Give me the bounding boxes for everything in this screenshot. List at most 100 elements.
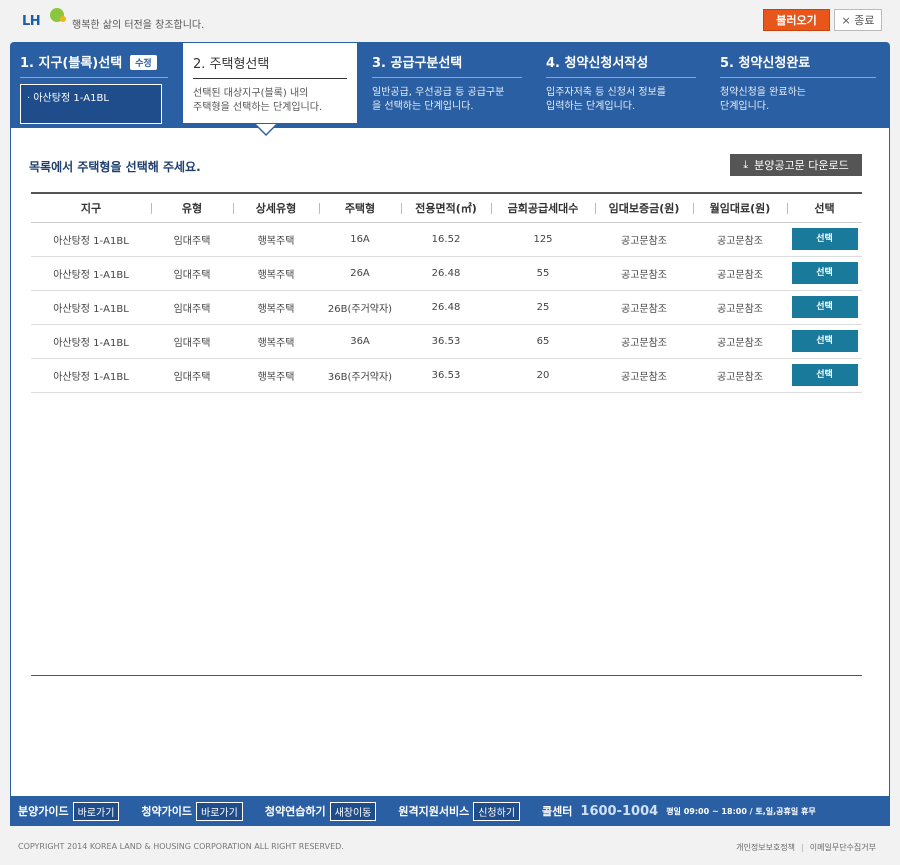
cell-count: 20 <box>491 358 595 393</box>
cell-select: 선택 <box>787 358 862 393</box>
apply-guide-go-button[interactable]: 바로가기 <box>196 801 243 821</box>
main-content: 목록에서 주택형을 선택해 주세요. ⤓ 분양공고문 다운로드 지구 유형 상세… <box>10 128 890 796</box>
footer-apply-guide-label: 청약가이드 <box>141 805 193 818</box>
logo-text: LH <box>22 14 41 29</box>
step-4-title: 4. 청약신청서작성 <box>546 52 696 78</box>
load-button[interactable]: 불러오기 <box>763 9 830 31</box>
lh-logo[interactable]: LH <box>22 6 70 34</box>
cell-area: 16.52 <box>401 222 491 257</box>
slogan: 행복한 삶의 터전을 창조합니다. <box>72 20 205 31</box>
step-5-title: 5. 청약신청완료 <box>720 52 876 78</box>
top-bar: LH 행복한 삶의 터전을 창조합니다. 불러오기 × 종료 <box>0 0 900 40</box>
step-3[interactable]: 3. 공급구분선택 일반공급, 우선공급 등 공급구분 을 선택하는 단계입니다… <box>362 42 532 128</box>
cell-count: 65 <box>491 324 595 359</box>
email-refuse-link[interactable]: 이메일무단수집거부 <box>810 843 876 852</box>
cell-area: 26.48 <box>401 256 491 291</box>
close-button[interactable]: × 종료 <box>834 9 882 31</box>
footer-sale-guide-label: 분양가이드 <box>18 805 69 818</box>
footer-remote-support: 원격지원서비스 신청하기 <box>398 801 521 821</box>
cell-count: 125 <box>491 222 595 257</box>
cell-unit: 26A <box>319 256 401 291</box>
step-3-title: 3. 공급구분선택 <box>372 52 522 78</box>
step-4[interactable]: 4. 청약신청서작성 입주자저축 등 신청서 정보를 입력하는 단계입니다. <box>536 42 706 128</box>
cell-deposit: 공고문참조 <box>595 222 693 257</box>
cell-deposit: 공고문참조 <box>595 256 693 291</box>
logo-yellow-dot-icon <box>60 16 66 22</box>
download-label: 분양공고문 다운로드 <box>754 159 849 172</box>
step-2-title: 2. 주택형선택 <box>193 53 347 79</box>
cell-subtype: 행복주택 <box>233 222 319 257</box>
cell-type: 임대주택 <box>151 256 233 291</box>
cell-subtype: 행복주택 <box>233 324 319 359</box>
col-deposit: 임대보증금(원) <box>595 193 693 223</box>
select-button[interactable]: 선택 <box>791 364 858 386</box>
privacy-policy-link[interactable]: 개인정보보호정책 <box>736 843 795 852</box>
cell-select: 선택 <box>787 222 862 257</box>
cell-rent: 공고문참조 <box>693 358 787 393</box>
download-notice-button[interactable]: ⤓ 분양공고문 다운로드 <box>730 154 862 176</box>
cell-rent: 공고문참조 <box>693 256 787 291</box>
table-bottom-divider <box>31 675 862 676</box>
step-3-desc: 일반공급, 우선공급 등 공급구분 을 선택하는 단계입니다. <box>372 87 505 112</box>
step-4-desc: 입주자저축 등 신청서 정보를 입력하는 단계입니다. <box>546 87 666 112</box>
cell-district: 아산탕정 1-A1BL <box>31 358 151 393</box>
cell-area: 36.53 <box>401 358 491 393</box>
instruction-text: 목록에서 주택형을 선택해 주세요. <box>29 160 201 174</box>
selected-block-box: · 아산탕정 1-A1BL <box>20 84 162 124</box>
col-count: 금회공급세대수 <box>491 193 595 223</box>
cell-type: 임대주택 <box>151 358 233 393</box>
cell-type: 임대주택 <box>151 222 233 257</box>
cell-subtype: 행복주택 <box>233 290 319 325</box>
policy-separator: | <box>801 843 804 852</box>
sale-guide-go-button[interactable]: 바로가기 <box>72 801 120 821</box>
cell-select: 선택 <box>787 324 862 359</box>
table-row: 아산탕정 1-A1BL 임대주택 행복주택 26A 26.48 55 공고문참조… <box>31 256 862 291</box>
cell-unit: 36A <box>319 324 401 359</box>
footer-sale-guide: 분양가이드 바로가기 <box>18 801 120 821</box>
cell-select: 선택 <box>787 256 862 291</box>
call-center-hours: 평일 09:00 ~ 18:00 / 토,일,공휴일 휴무 <box>666 806 816 816</box>
cell-area: 36.53 <box>401 324 491 359</box>
download-icon: ⤓ <box>743 158 749 171</box>
table-row: 아산탕정 1-A1BL 임대주택 행복주택 26B(주거약자) 26.48 25… <box>31 290 862 325</box>
cell-deposit: 공고문참조 <box>595 324 693 359</box>
edit-badge[interactable]: 수정 <box>130 55 157 70</box>
cell-deposit: 공고문참조 <box>595 358 693 393</box>
select-button[interactable]: 선택 <box>791 330 858 352</box>
cell-type: 임대주택 <box>151 324 233 359</box>
table-row: 아산탕정 1-A1BL 임대주택 행복주택 36A 36.53 65 공고문참조… <box>31 324 862 359</box>
step-2-active[interactable]: 2. 주택형선택 선택된 대상지구(블록) 내의 주택형을 선택하는 단계입니다… <box>182 42 358 124</box>
call-center-label: 콜센터 <box>542 805 573 818</box>
cell-type: 임대주택 <box>151 290 233 325</box>
step-1-title: 1. 지구(블록)선택 수정 <box>20 52 168 78</box>
practice-newwindow-button[interactable]: 새창이동 <box>329 801 377 821</box>
cell-subtype: 행복주택 <box>233 358 319 393</box>
cell-deposit: 공고문참조 <box>595 290 693 325</box>
active-step-caret-inner <box>256 124 276 134</box>
table-row: 아산탕정 1-A1BL 임대주택 행복주택 36B(주거약자) 36.53 20… <box>31 358 862 393</box>
cell-unit: 16A <box>319 222 401 257</box>
step-5[interactable]: 5. 청약신청완료 청약신청을 완료하는 단계입니다. <box>710 42 886 128</box>
remote-support-apply-button[interactable]: 신청하기 <box>473 801 521 821</box>
col-subtype: 상세유형 <box>233 193 319 223</box>
select-button[interactable]: 선택 <box>791 262 858 284</box>
col-select: 선택 <box>787 193 862 223</box>
call-center-number: 1600-1004 <box>580 803 659 819</box>
cell-rent: 공고문참조 <box>693 324 787 359</box>
step-navigation: 1. 지구(블록)선택 수정 · 아산탕정 1-A1BL 2. 주택형선택 선택된… <box>10 42 890 128</box>
copyright-text: COPYRIGHT 2014 KOREA LAND & HOUSING CORP… <box>18 842 344 851</box>
col-type: 유형 <box>151 193 233 223</box>
step-2-desc: 선택된 대상지구(블록) 내의 주택형을 선택하는 단계입니다. <box>193 88 323 113</box>
select-button[interactable]: 선택 <box>791 296 858 318</box>
table-header-row: 지구 유형 상세유형 주택형 전용면적(㎡) 금회공급세대수 임대보증금(원) … <box>31 193 862 223</box>
cell-district: 아산탕정 1-A1BL <box>31 290 151 325</box>
select-button[interactable]: 선택 <box>791 228 858 250</box>
cell-rent: 공고문참조 <box>693 222 787 257</box>
cell-district: 아산탕정 1-A1BL <box>31 324 151 359</box>
table-row: 아산탕정 1-A1BL 임대주택 행복주택 16A 16.52 125 공고문참… <box>31 222 862 257</box>
col-unit: 주택형 <box>319 193 401 223</box>
cell-count: 25 <box>491 290 595 325</box>
cell-unit: 26B(주거약자) <box>319 290 401 325</box>
col-rent: 월임대료(원) <box>693 193 787 223</box>
step-1[interactable]: 1. 지구(블록)선택 수정 · 아산탕정 1-A1BL <box>10 42 178 128</box>
